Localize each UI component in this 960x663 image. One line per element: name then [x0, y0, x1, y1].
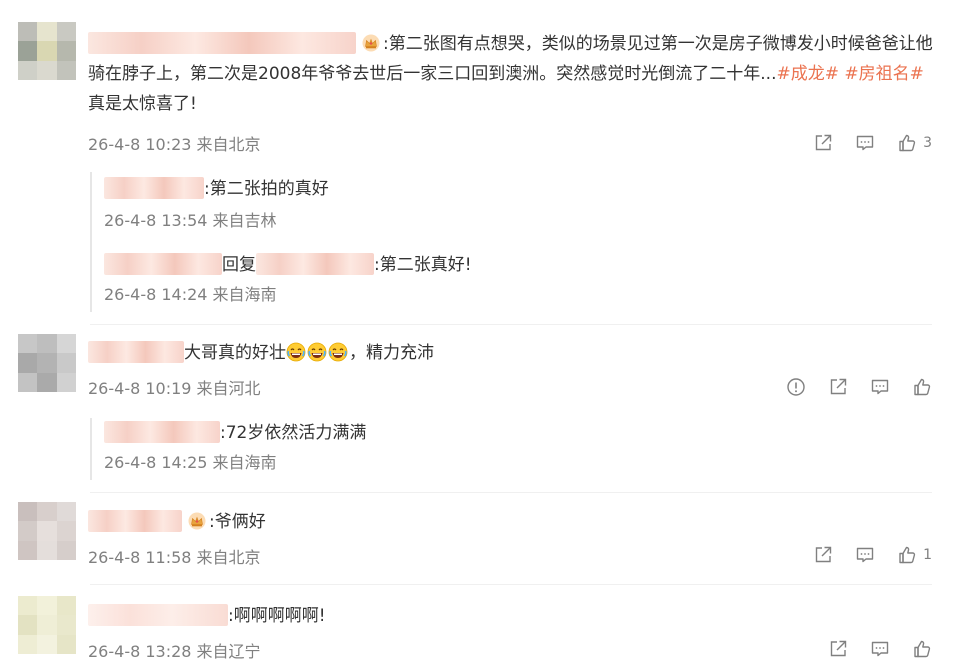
reply-content: :第二张拍的真好 — [204, 179, 329, 199]
comment-text: :爷俩好 — [88, 507, 266, 537]
comment-actions — [828, 639, 932, 659]
laugh-cry-emoji — [307, 342, 327, 362]
comment-tail: 真是太惊喜了! — [88, 94, 197, 114]
hashtag-link[interactable]: #房祖名# — [844, 64, 924, 84]
share-button[interactable] — [828, 639, 848, 659]
report-icon — [786, 377, 806, 397]
username[interactable] — [104, 253, 222, 275]
avatar[interactable] — [18, 334, 76, 392]
comment-icon — [870, 639, 890, 659]
hashtag-link[interactable]: #成龙# — [776, 64, 839, 84]
comment-icon — [870, 377, 890, 397]
comment-text: :啊啊啊啊啊! — [88, 601, 326, 631]
laugh-cry-emoji — [286, 342, 306, 362]
comment-meta: 26-4-8 10:19 来自河北 — [88, 379, 261, 398]
reply-meta: 26-4-8 14:24 来自海南 — [104, 285, 277, 304]
avatar[interactable] — [18, 502, 76, 560]
reply-text: :72岁依然活力满满 — [104, 418, 366, 448]
like-icon — [897, 133, 917, 153]
like-count: 1 — [923, 547, 932, 563]
comment-icon — [855, 133, 875, 153]
like-button[interactable] — [912, 639, 932, 659]
reply-target-username[interactable] — [256, 253, 374, 275]
like-button[interactable]: 3 — [897, 133, 932, 153]
avatar[interactable] — [18, 596, 76, 654]
divider — [90, 492, 932, 493]
share-icon — [828, 639, 848, 659]
comment-text: :第二张图有点想哭，类似的场景见过第一次是房子微博发小时候爸爸让他骑在脖子上，第… — [88, 29, 940, 119]
comment-actions — [786, 377, 932, 397]
share-button[interactable] — [828, 377, 848, 397]
comment-content: 大哥真的好壮 — [184, 343, 286, 363]
report-button[interactable] — [786, 377, 806, 397]
share-icon — [813, 545, 833, 565]
comment-button[interactable] — [870, 377, 890, 397]
crown-badge-icon — [188, 512, 206, 530]
username[interactable] — [88, 510, 182, 532]
comment-content: :啊啊啊啊啊! — [228, 606, 326, 626]
reply-thread: :第二张拍的真好 26-4-8 13:54 来自吉林 回复 :第二张真好! 26-… — [90, 172, 810, 312]
comment-content: :爷俩好 — [209, 512, 266, 532]
like-count: 3 — [923, 135, 932, 151]
comment-button[interactable] — [870, 639, 890, 659]
share-icon — [828, 377, 848, 397]
share-button[interactable] — [813, 545, 833, 565]
comment-meta: 26-4-8 11:58 来自北京 — [88, 548, 261, 567]
reply-item: :72岁依然活力满满 26-4-8 14:25 来自海南 — [104, 418, 366, 474]
reply-content: :72岁依然活力满满 — [220, 423, 367, 443]
like-icon — [897, 545, 917, 565]
reply-word: 回复 — [222, 255, 256, 275]
comment-button[interactable] — [855, 133, 875, 153]
comment-meta: 26-4-8 10:23 来自北京 — [88, 135, 261, 154]
reply-meta: 26-4-8 13:54 来自吉林 — [104, 211, 277, 230]
comment-button[interactable] — [855, 545, 875, 565]
comment-actions: 1 — [813, 545, 932, 565]
reply-thread: :72岁依然活力满满 26-4-8 14:25 来自海南 — [90, 418, 810, 480]
like-icon — [912, 639, 932, 659]
like-button[interactable] — [912, 377, 932, 397]
reply-item: 回复 :第二张真好! 26-4-8 14:24 来自海南 — [104, 250, 472, 306]
comment-actions: 3 — [813, 133, 932, 153]
reply-content: :第二张真好! — [374, 255, 472, 275]
comment-body: :第二张图有点想哭，类似的场景见过第一次是房子微博发小时候爸爸让他骑在脖子上，第… — [88, 29, 940, 119]
like-button[interactable]: 1 — [897, 545, 932, 565]
username[interactable] — [104, 177, 204, 199]
username[interactable] — [88, 32, 356, 54]
username[interactable] — [88, 341, 184, 363]
reply-meta: 26-4-8 14:25 来自海南 — [104, 453, 277, 472]
comment-text: 大哥真的好壮 ，精力充沛 — [88, 338, 434, 368]
comment-meta: 26-4-8 13:28 来自辽宁 — [88, 642, 261, 661]
share-icon — [813, 133, 833, 153]
reply-item: :第二张拍的真好 26-4-8 13:54 来自吉林 — [104, 174, 329, 232]
comment-content-tail: ，精力充沛 — [349, 343, 434, 363]
avatar[interactable] — [18, 22, 76, 80]
reply-text: 回复 :第二张真好! — [104, 250, 472, 280]
crown-badge-icon — [362, 34, 380, 52]
like-icon — [912, 377, 932, 397]
divider — [90, 584, 932, 585]
laugh-cry-emoji — [328, 342, 348, 362]
reply-text: :第二张拍的真好 — [104, 174, 329, 204]
divider — [90, 324, 932, 325]
username[interactable] — [104, 421, 220, 443]
share-button[interactable] — [813, 133, 833, 153]
comment-icon — [855, 545, 875, 565]
username[interactable] — [88, 604, 228, 626]
